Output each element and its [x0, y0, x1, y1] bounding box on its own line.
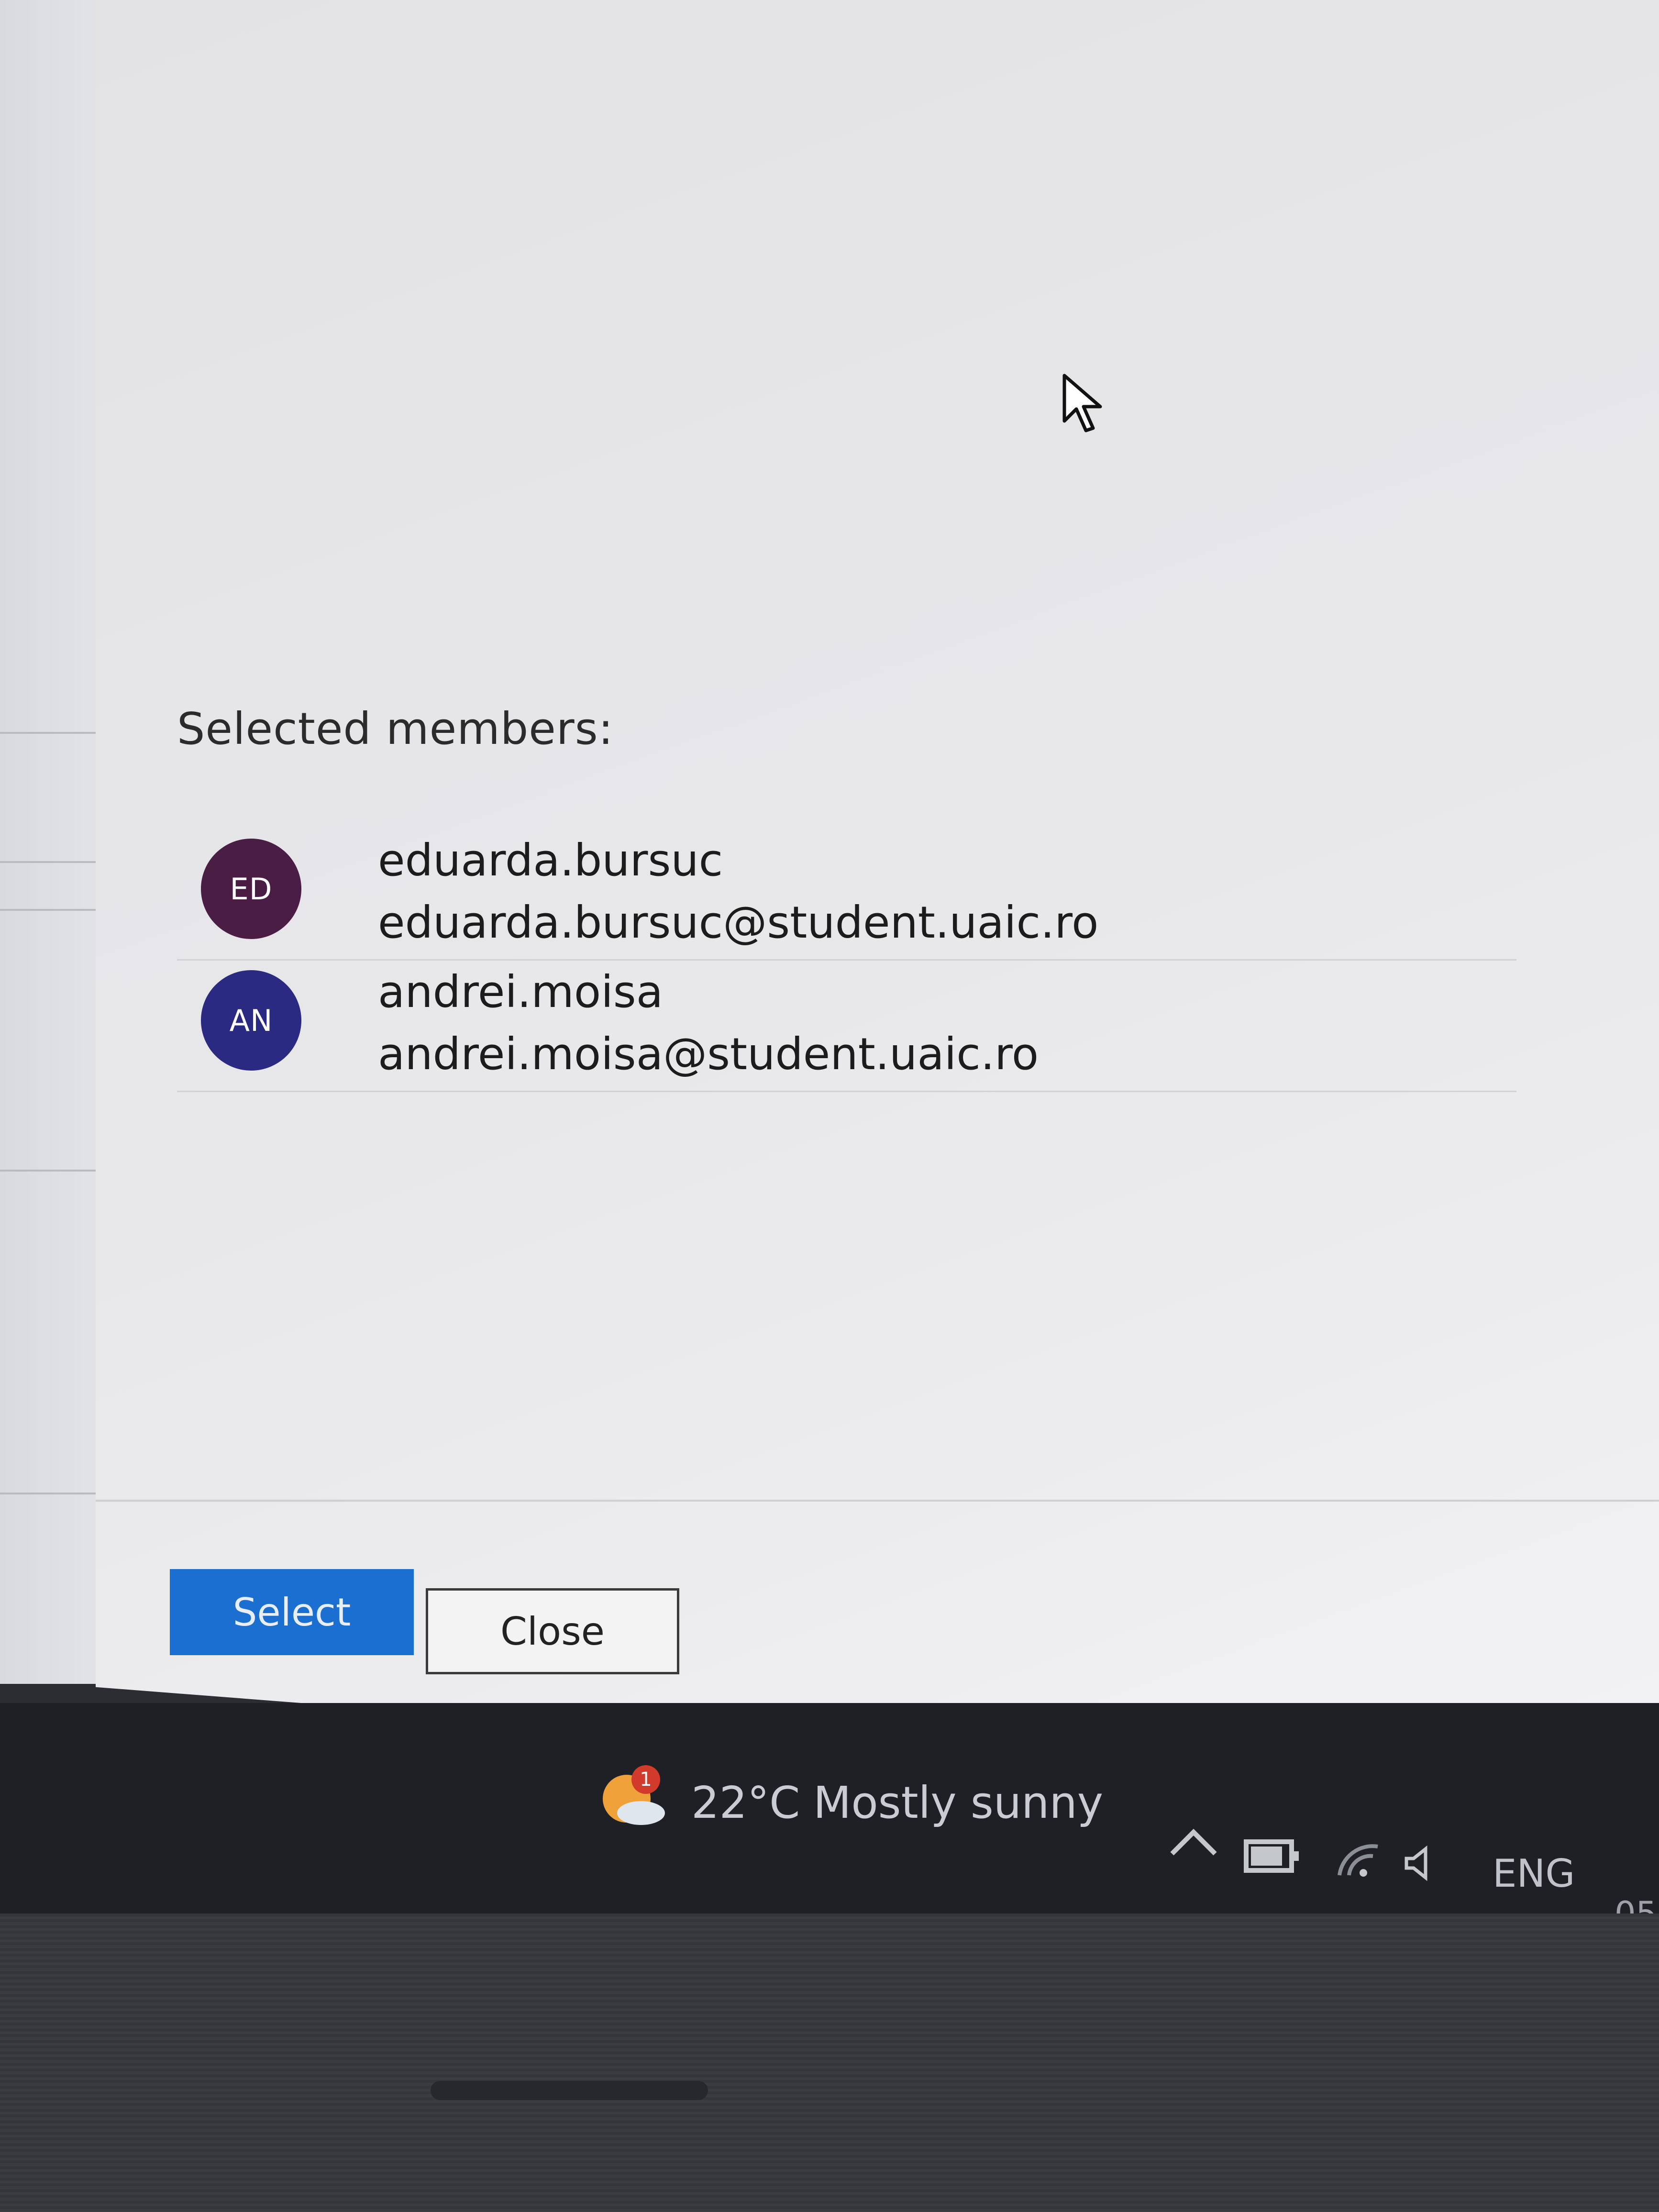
select-members-dialog: Selected members: ED eduarda.bursuc edua… [96, 0, 1659, 1808]
divider-line [0, 909, 100, 911]
divider-line [0, 861, 100, 863]
volume-icon[interactable] [1402, 1844, 1440, 1882]
weather-description[interactable]: Mostly sunny [813, 1777, 1103, 1828]
battery-icon[interactable] [1244, 1837, 1301, 1875]
member-name: eduarda.bursuc [378, 835, 723, 886]
member-email: eduarda.bursuc@student.uaic.ro [378, 897, 1099, 948]
wifi-icon[interactable] [1335, 1842, 1382, 1880]
member-row-andrei[interactable]: AN andrei.moisa andrei.moisa@student.uai… [177, 966, 1516, 1092]
divider-line [0, 1493, 100, 1494]
member-row-eduarda[interactable]: ED eduarda.bursuc eduarda.bursuc@student… [177, 835, 1516, 961]
avatar: ED [201, 839, 301, 939]
avatar: AN [201, 970, 301, 1071]
selected-members-title: Selected members: [177, 703, 614, 754]
language-indicator[interactable]: ENG [1493, 1851, 1575, 1896]
laptop-bezel [0, 1913, 1659, 2212]
member-name: andrei.moisa [378, 966, 664, 1018]
select-button[interactable]: Select [170, 1569, 414, 1655]
footer-divider [96, 1500, 1659, 1502]
background-app-strip [0, 0, 100, 1684]
chevron-up-icon[interactable] [1167, 1823, 1220, 1861]
member-email: andrei.moisa@student.uaic.ro [378, 1029, 1039, 1080]
laptop-hinge [431, 2081, 708, 2100]
close-button[interactable]: Close [426, 1588, 679, 1674]
weather-notification-badge: 1 [631, 1765, 660, 1794]
weather-temperature[interactable]: 22°C [691, 1777, 800, 1828]
divider-line [0, 732, 100, 734]
divider-line [0, 1170, 100, 1172]
mouse-cursor-icon [1062, 374, 1102, 432]
